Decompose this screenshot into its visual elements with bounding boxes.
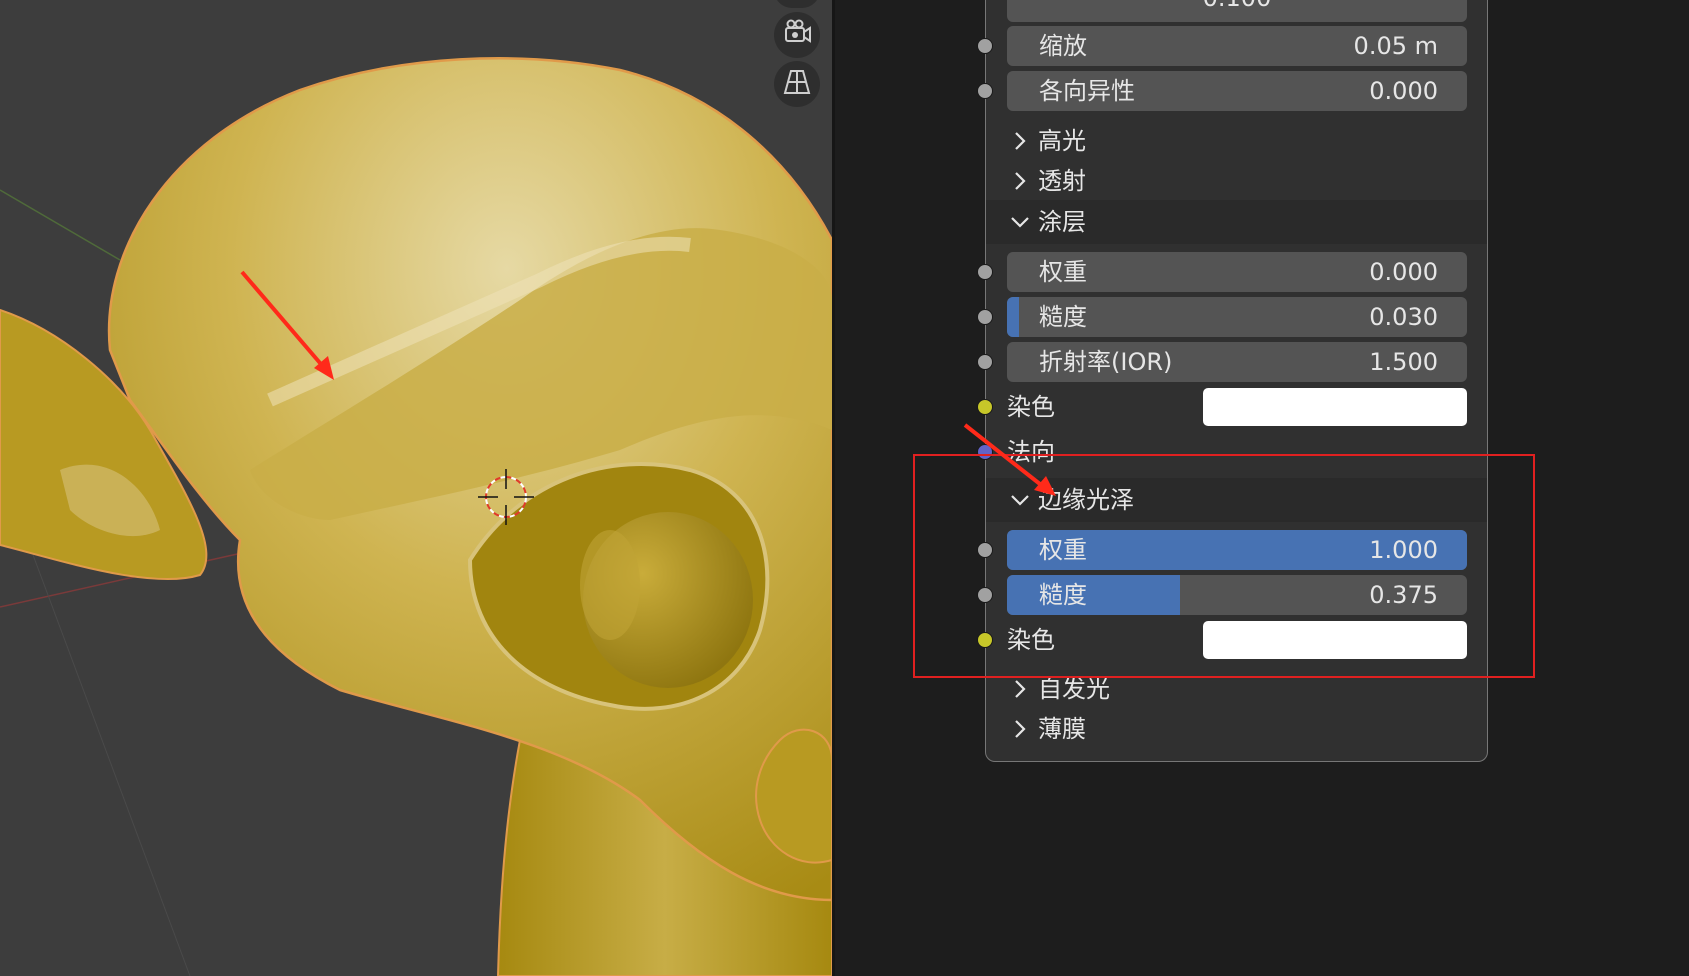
chevron-right-icon bbox=[1008, 159, 1032, 203]
socket-coat-ior[interactable] bbox=[977, 354, 993, 370]
field-partial[interactable]: 0.100 bbox=[1007, 0, 1467, 22]
section-specular[interactable]: 高光 bbox=[986, 119, 1487, 163]
chevron-right-icon bbox=[1008, 667, 1032, 711]
sheen-tint-label: 染色 bbox=[1007, 626, 1055, 654]
sheen-roughness-label: 糙度 bbox=[1039, 581, 1087, 609]
coat-roughness-label: 糙度 bbox=[1039, 303, 1087, 331]
coat-weight-label: 权重 bbox=[1039, 258, 1087, 286]
coat-ior-label: 折射率(IOR) bbox=[1039, 348, 1173, 376]
section-thin-film[interactable]: 薄膜 bbox=[986, 707, 1487, 751]
chevron-down-icon bbox=[1008, 200, 1032, 244]
field-partial-value: 0.100 bbox=[1007, 0, 1467, 18]
socket-scale[interactable] bbox=[977, 38, 993, 54]
coat-normal-label: 法向 bbox=[1007, 438, 1055, 466]
socket-coat-normal[interactable] bbox=[977, 444, 993, 460]
socket-coat-weight[interactable] bbox=[977, 264, 993, 280]
sheen-tint-swatch[interactable] bbox=[1203, 621, 1467, 659]
sheen-weight-value: 1.000 bbox=[1369, 536, 1438, 564]
anisotropic-value: 0.000 bbox=[1369, 77, 1438, 105]
section-transmission[interactable]: 透射 bbox=[986, 159, 1487, 203]
sheen-roughness-fill bbox=[1007, 575, 1180, 615]
coat-roughness-field[interactable]: 糙度 0.030 bbox=[1007, 297, 1467, 337]
sheen-weight-label: 权重 bbox=[1039, 536, 1087, 564]
scale-value: 0.05 m bbox=[1353, 32, 1438, 60]
sheen-roughness-value: 0.375 bbox=[1369, 581, 1438, 609]
coat-ior-value: 1.500 bbox=[1369, 348, 1438, 376]
section-transmission-label: 透射 bbox=[1038, 167, 1086, 195]
section-coat[interactable]: 涂层 bbox=[986, 200, 1487, 244]
section-emission-label: 自发光 bbox=[1038, 675, 1110, 703]
section-emission[interactable]: 自发光 bbox=[986, 667, 1487, 711]
socket-sheen-tint[interactable] bbox=[977, 632, 993, 648]
section-sheen[interactable]: 边缘光泽 bbox=[986, 478, 1487, 522]
sheen-weight-field[interactable]: 权重 1.000 bbox=[1007, 530, 1467, 570]
viewport-scene bbox=[0, 57, 832, 976]
anisotropic-label: 各向异性 bbox=[1039, 77, 1135, 105]
camera-view-icon bbox=[782, 18, 812, 52]
camera-view-button[interactable] bbox=[774, 12, 820, 58]
section-sheen-label: 边缘光泽 bbox=[1038, 486, 1134, 514]
section-thin-film-label: 薄膜 bbox=[1038, 715, 1086, 743]
3d-viewport[interactable] bbox=[0, 0, 832, 976]
scale-field[interactable]: 缩放 0.05 m bbox=[1007, 26, 1467, 66]
coat-tint-swatch[interactable] bbox=[1203, 388, 1467, 426]
socket-coat-tint[interactable] bbox=[977, 399, 993, 415]
anisotropic-field[interactable]: 各向异性 0.000 bbox=[1007, 71, 1467, 111]
chevron-right-icon bbox=[1008, 119, 1032, 163]
scale-label: 缩放 bbox=[1039, 32, 1087, 60]
coat-ior-field[interactable]: 折射率(IOR) 1.500 bbox=[1007, 342, 1467, 382]
chevron-down-icon bbox=[1008, 478, 1032, 522]
coat-weight-value: 0.000 bbox=[1369, 258, 1438, 286]
coat-roughness-fill bbox=[1007, 297, 1019, 337]
chevron-right-icon bbox=[1008, 707, 1032, 751]
sheen-roughness-field[interactable]: 糙度 0.375 bbox=[1007, 575, 1467, 615]
principled-bsdf-node[interactable]: 0.100 缩放 0.05 m 各向异性 0.000 高光 透射 涂层 权重 0… bbox=[977, 0, 1488, 762]
grid-view-button[interactable] bbox=[774, 61, 820, 107]
coat-roughness-value: 0.030 bbox=[1369, 303, 1438, 331]
socket-coat-roughness[interactable] bbox=[977, 309, 993, 325]
section-coat-label: 涂层 bbox=[1038, 208, 1086, 236]
socket-sheen-weight[interactable] bbox=[977, 542, 993, 558]
coat-weight-field[interactable]: 权重 0.000 bbox=[1007, 252, 1467, 292]
section-specular-label: 高光 bbox=[1038, 127, 1086, 155]
socket-sheen-roughness[interactable] bbox=[977, 587, 993, 603]
grid-view-icon bbox=[782, 67, 812, 101]
socket-anisotropic[interactable] bbox=[977, 83, 993, 99]
coat-tint-label: 染色 bbox=[1007, 393, 1055, 421]
